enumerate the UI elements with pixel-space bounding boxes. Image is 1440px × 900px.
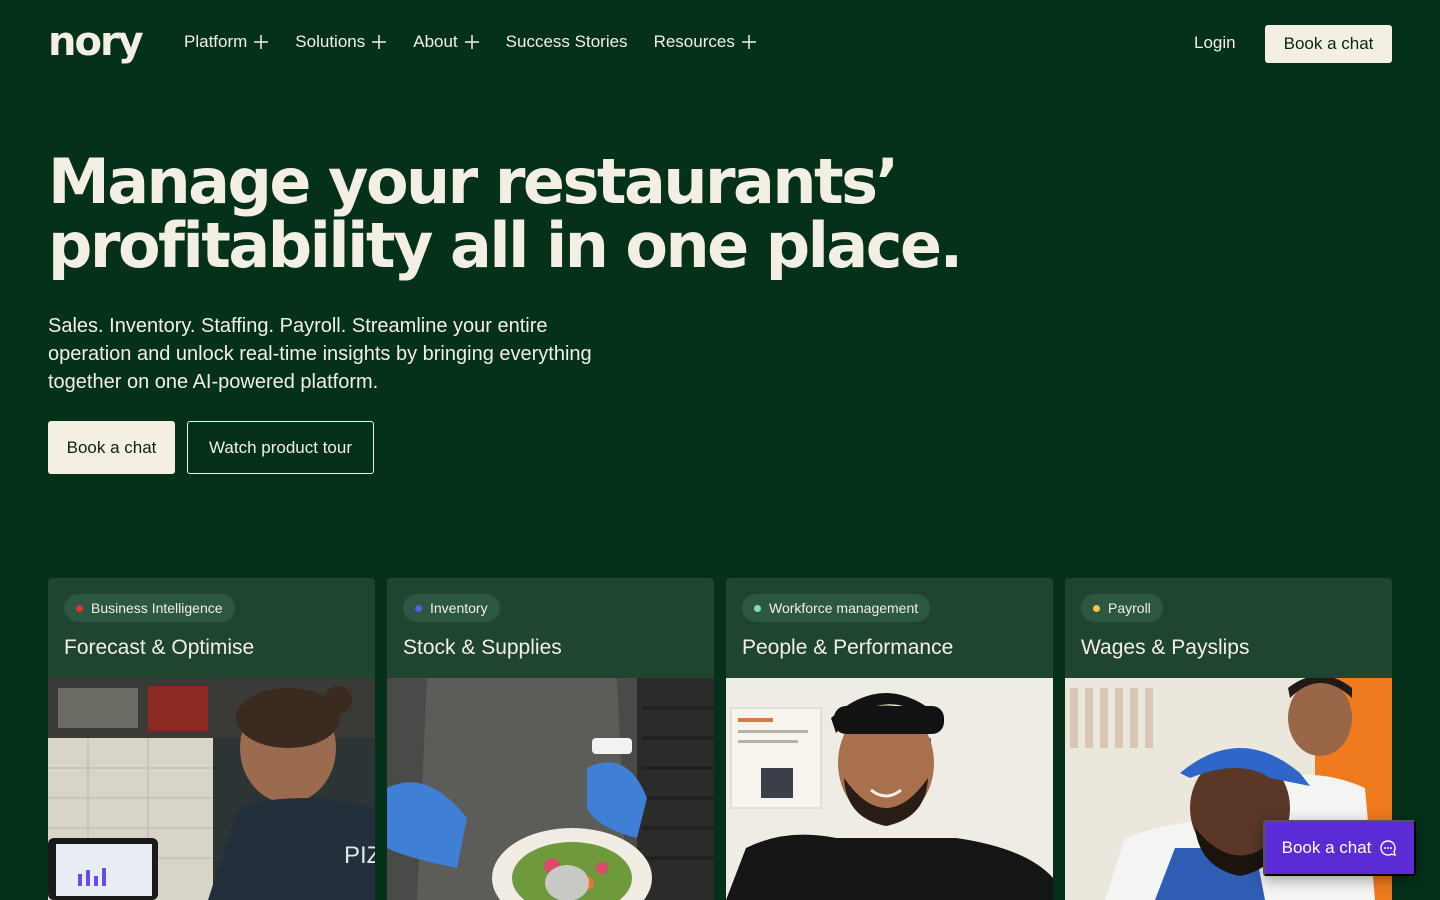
card-title: Wages & Payslips	[1081, 636, 1250, 659]
nav-item-platform[interactable]: Platform	[184, 32, 269, 52]
card-title: People & Performance	[742, 636, 954, 659]
hero-book-chat-button[interactable]: Book a chat	[48, 421, 175, 474]
nav-label: Solutions	[295, 32, 366, 51]
card-inventory[interactable]: Inventory Stock & Supplies	[387, 578, 714, 900]
plus-icon	[741, 35, 756, 49]
nav-item-solutions[interactable]: Solutions	[295, 32, 387, 52]
card-title: Stock & Supplies	[403, 636, 562, 659]
status-dot	[1093, 604, 1100, 612]
plus-icon	[254, 35, 269, 49]
status-dot	[415, 604, 422, 612]
site-header: nory Platform Solutions About Success St…	[0, 0, 1440, 88]
hero-subtitle: Sales. Inventory. Staffing. Payroll. Str…	[48, 315, 592, 393]
tag-label: Workforce management	[769, 600, 919, 616]
hero-title: Manage your restaurants’ profitability a…	[48, 150, 1048, 278]
card-photo	[726, 678, 1053, 900]
hero-title-line-1: Manage your restaurants’	[48, 145, 899, 218]
nory-logo[interactable]: nory	[48, 20, 144, 64]
category-tag: Inventory	[403, 594, 500, 622]
card-business-intelligence[interactable]: Business Intelligence Forecast & Optimis…	[48, 578, 375, 900]
svg-text:PIZ: PIZ	[344, 842, 375, 869]
nav-item-resources[interactable]: Resources	[654, 32, 757, 52]
login-link[interactable]: Login	[1194, 33, 1236, 53]
tag-label: Business Intelligence	[91, 600, 223, 616]
card-photo: PIZ	[48, 678, 375, 900]
status-dot	[76, 604, 83, 612]
category-tag: Workforce management	[742, 594, 931, 622]
status-dot	[754, 604, 761, 612]
category-tag: Payroll	[1081, 594, 1163, 622]
feature-cards: Business Intelligence Forecast & Optimis…	[48, 578, 1392, 900]
card-photo	[387, 678, 714, 900]
chat-bubble-icon	[1380, 840, 1397, 856]
nav-item-about[interactable]: About	[413, 32, 479, 52]
plus-icon	[464, 35, 479, 49]
nav-label: Platform	[184, 32, 248, 51]
plus-icon	[372, 35, 387, 49]
card-title: Forecast & Optimise	[64, 636, 255, 659]
header-book-chat-button[interactable]: Book a chat	[1265, 25, 1392, 63]
nav-label: About	[413, 32, 458, 51]
category-tag: Business Intelligence	[64, 594, 235, 622]
card-workforce-management[interactable]: Workforce management People & Performanc…	[726, 578, 1053, 900]
tag-label: Inventory	[430, 600, 488, 616]
nav-label: Success Stories	[505, 32, 628, 51]
plating-salad-photo	[387, 678, 714, 900]
main-nav: Platform Solutions About Success Stories…	[184, 32, 783, 52]
hero-title-line-2: profitability all in one place.	[48, 209, 963, 282]
chef-tablet-photo: PIZ	[48, 678, 375, 900]
watch-product-tour-button[interactable]: Watch product tour	[187, 421, 374, 474]
nav-label: Resources	[653, 32, 735, 51]
tag-label: Payroll	[1108, 600, 1151, 616]
smiling-staff-photo	[726, 678, 1053, 900]
floating-chat-label: Book a chat	[1281, 838, 1372, 857]
floating-book-chat-button[interactable]: Book a chat	[1263, 820, 1416, 876]
nav-item-success-stories[interactable]: Success Stories	[506, 32, 628, 52]
